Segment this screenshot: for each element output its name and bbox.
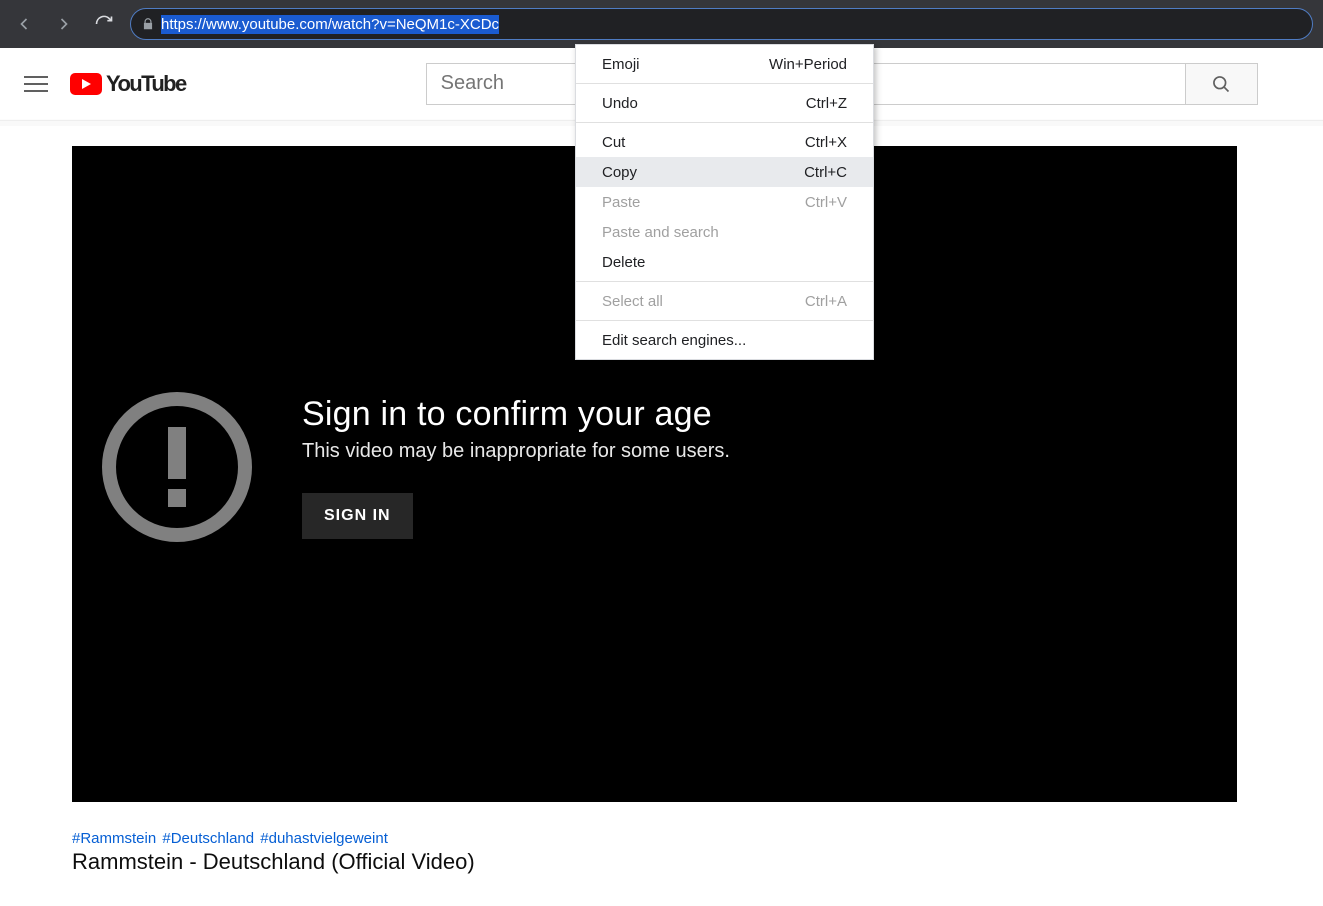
context-menu-shortcut: Ctrl+A	[805, 293, 847, 310]
hashtag-link[interactable]: #Rammstein	[72, 830, 156, 847]
context-menu-item[interactable]: Cut Ctrl+X	[576, 127, 873, 157]
context-menu: Emoji Win+Period Undo Ctrl+Z Cut Ctrl+X Copy Ct…	[575, 44, 874, 360]
hashtag-link[interactable]: #duhastvielgeweint	[260, 830, 388, 847]
context-menu-separator	[576, 320, 873, 321]
context-menu-item: Select all Ctrl+A	[576, 286, 873, 316]
context-menu-label: Undo	[602, 95, 638, 112]
context-menu-label: Emoji	[602, 56, 640, 73]
context-menu-item: Paste Ctrl+V	[576, 187, 873, 217]
back-button[interactable]	[10, 10, 38, 38]
context-menu-label: Select all	[602, 293, 663, 310]
context-menu-shortcut: Ctrl+Z	[806, 95, 847, 112]
context-menu-label: Paste and search	[602, 224, 719, 241]
menu-button[interactable]	[16, 64, 56, 104]
context-menu-label: Edit search engines...	[602, 332, 746, 349]
context-menu-item[interactable]: Undo Ctrl+Z	[576, 88, 873, 118]
context-menu-shortcut: Ctrl+V	[805, 194, 847, 211]
age-gate-sub: This video may be inappropriate for some…	[302, 440, 730, 463]
youtube-logo[interactable]: YouTube	[70, 71, 186, 97]
age-gate: Sign in to confirm your age This video m…	[102, 392, 730, 542]
sign-in-button[interactable]: SIGN IN	[302, 493, 413, 539]
age-gate-heading: Sign in to confirm your age	[302, 395, 730, 434]
context-menu-item[interactable]: Edit search engines...	[576, 325, 873, 355]
context-menu-shortcut: Ctrl+X	[805, 134, 847, 151]
reload-button[interactable]	[90, 10, 118, 38]
hashtag-link[interactable]: #Deutschland	[162, 830, 254, 847]
context-menu-shortcut: Ctrl+C	[804, 164, 847, 181]
url-text-selected[interactable]: https://www.youtube.com/watch?v=NeQM1c-X…	[161, 15, 499, 34]
context-menu-label: Copy	[602, 164, 637, 181]
context-menu-label: Cut	[602, 134, 625, 151]
address-bar[interactable]: https://www.youtube.com/watch?v=NeQM1c-X…	[130, 8, 1313, 40]
youtube-logo-text: YouTube	[106, 71, 186, 97]
context-menu-shortcut: Win+Period	[769, 56, 847, 73]
context-menu-item: Paste and search	[576, 217, 873, 247]
context-menu-separator	[576, 122, 873, 123]
search-icon	[1211, 74, 1231, 94]
context-menu-item[interactable]: Emoji Win+Period	[576, 49, 873, 79]
context-menu-item[interactable]: Delete	[576, 247, 873, 277]
forward-button[interactable]	[50, 10, 78, 38]
browser-toolbar: https://www.youtube.com/watch?v=NeQM1c-X…	[0, 0, 1323, 48]
context-menu-separator	[576, 83, 873, 84]
hashtag-row: #Rammstein #Deutschland #duhastvielgewei…	[72, 830, 1251, 847]
context-menu-label: Delete	[602, 254, 645, 271]
search-button[interactable]	[1186, 63, 1258, 105]
warning-icon	[102, 392, 252, 542]
youtube-play-icon	[70, 73, 102, 95]
context-menu-label: Paste	[602, 194, 640, 211]
video-title: Rammstein - Deutschland (Official Video)	[72, 849, 1251, 875]
context-menu-item[interactable]: Copy Ctrl+C	[576, 157, 873, 187]
context-menu-separator	[576, 281, 873, 282]
lock-icon	[141, 17, 155, 31]
